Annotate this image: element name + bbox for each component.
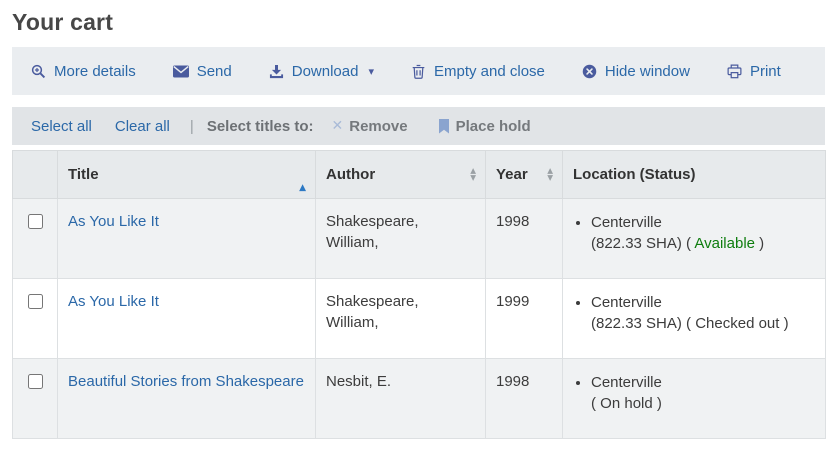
bookmark-icon	[438, 119, 450, 134]
clear-all-link[interactable]: Clear all	[115, 118, 170, 135]
print-button[interactable]: Print	[727, 63, 781, 80]
envelope-icon	[173, 65, 189, 78]
remove-selected-button[interactable]: ✕ Remove	[332, 118, 408, 135]
checkbox-cell	[13, 279, 58, 359]
year-cell: 1999	[486, 279, 563, 359]
title-cell: As You Like It	[58, 279, 316, 359]
sort-both-icon: ▲ ▼	[470, 167, 476, 183]
hide-window-button[interactable]: Hide window	[582, 63, 690, 80]
select-titles-label: Select titles to:	[207, 118, 314, 135]
sort-both-icon: ▲ ▼	[547, 167, 553, 183]
title-link[interactable]: As You Like It	[68, 293, 159, 310]
location-name: Centerville	[591, 294, 662, 311]
checkbox-cell	[13, 359, 58, 439]
sort-ascending-icon: ▲	[299, 184, 306, 193]
trash-icon	[411, 64, 426, 79]
table-header-row: Title ▲ Author ▲ ▼ Year ▲ ▼ Location (St…	[13, 151, 826, 199]
location-name: Centerville	[591, 374, 662, 391]
x-icon: ✕	[332, 118, 344, 134]
location-name: Centerville	[591, 214, 662, 231]
select-all-link[interactable]: Select all	[31, 118, 92, 135]
status-badge: Available	[694, 235, 755, 252]
empty-and-close-button[interactable]: Empty and close	[411, 63, 545, 80]
title-column-header[interactable]: Title ▲	[58, 151, 316, 199]
caret-down-icon: ▾	[368, 65, 374, 78]
selection-bar: Select all Clear all | Select titles to:…	[12, 107, 825, 145]
author-cell: Nesbit, E.	[316, 359, 486, 439]
checkbox-column-header	[13, 151, 58, 199]
location-item: Centerville (822.33 SHA) ( Available )	[591, 212, 815, 254]
row-select-checkbox[interactable]	[28, 214, 43, 229]
place-hold-label: Place hold	[456, 118, 531, 135]
title-link[interactable]: As You Like It	[68, 213, 159, 230]
more-details-label: More details	[54, 63, 136, 80]
table-row: As You Like It Shakespeare, William, 199…	[13, 279, 826, 359]
status-badge: On hold	[600, 395, 653, 412]
call-number: (822.33 SHA) (	[591, 315, 695, 332]
author-cell: Shakespeare, William,	[316, 279, 486, 359]
remove-label: Remove	[349, 118, 407, 135]
location-item: Centerville (822.33 SHA) ( Checked out )	[591, 292, 815, 334]
location-cell: Centerville ( On hold )	[563, 359, 826, 439]
status-badge: Checked out	[695, 315, 779, 332]
more-details-button[interactable]: More details	[31, 63, 136, 80]
call-number: (	[591, 395, 600, 412]
row-select-checkbox[interactable]	[28, 294, 43, 309]
title-link[interactable]: Beautiful Stories from Shakespeare	[68, 373, 304, 390]
location-item: Centerville ( On hold )	[591, 372, 815, 414]
location-cell: Centerville (822.33 SHA) ( Checked out )	[563, 279, 826, 359]
location-cell: Centerville (822.33 SHA) ( Available )	[563, 199, 826, 279]
checkbox-cell	[13, 199, 58, 279]
send-button[interactable]: Send	[173, 63, 232, 80]
download-menu-button[interactable]: Download ▾	[269, 63, 374, 80]
cart-table: Title ▲ Author ▲ ▼ Year ▲ ▼ Location (St…	[12, 150, 826, 439]
empty-and-close-label: Empty and close	[434, 63, 545, 80]
divider: |	[190, 118, 194, 135]
download-icon	[269, 64, 284, 79]
page-title: Your cart	[12, 9, 837, 36]
print-label: Print	[750, 63, 781, 80]
printer-icon	[727, 64, 742, 79]
location-column-header: Location (Status)	[563, 151, 826, 199]
close-circle-icon	[582, 64, 597, 79]
author-column-header[interactable]: Author ▲ ▼	[316, 151, 486, 199]
download-label: Download	[292, 63, 359, 80]
table-row: Beautiful Stories from Shakespeare Nesbi…	[13, 359, 826, 439]
year-cell: 1998	[486, 199, 563, 279]
table-row: As You Like It Shakespeare, William, 199…	[13, 199, 826, 279]
author-cell: Shakespeare, William,	[316, 199, 486, 279]
year-cell: 1998	[486, 359, 563, 439]
hide-window-label: Hide window	[605, 63, 690, 80]
year-column-header[interactable]: Year ▲ ▼	[486, 151, 563, 199]
call-number: (822.33 SHA) (	[591, 235, 694, 252]
cart-toolbar: More details Send Download ▾ Em	[12, 47, 825, 95]
send-label: Send	[197, 63, 232, 80]
title-cell: Beautiful Stories from Shakespeare	[58, 359, 316, 439]
place-hold-button[interactable]: Place hold	[438, 118, 531, 135]
title-cell: As You Like It	[58, 199, 316, 279]
zoom-in-icon	[31, 64, 46, 79]
row-select-checkbox[interactable]	[28, 374, 43, 389]
